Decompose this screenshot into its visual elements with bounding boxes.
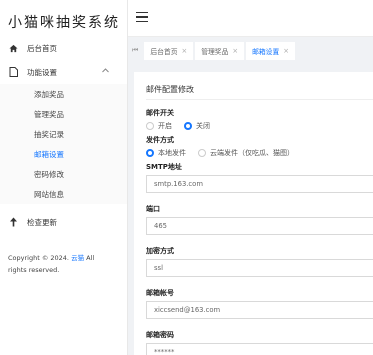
radio-label: 本地发件	[158, 149, 186, 157]
chevron-up-icon	[102, 68, 109, 75]
encryption-input[interactable]: ssl	[146, 259, 373, 277]
account-input[interactable]: xiccsend@163.com	[146, 301, 373, 319]
close-icon[interactable]: ×	[232, 47, 238, 55]
tab-manage-prizes[interactable]: 管理奖品 ×	[195, 41, 245, 60]
smtp-label: SMTP地址	[146, 163, 182, 171]
scroll-left-icon[interactable]: ⏮	[132, 46, 138, 55]
pin-icon	[8, 217, 18, 227]
radio-label: 关闭	[196, 122, 210, 130]
tab-mail-settings[interactable]: 邮箱设置 ×	[246, 41, 295, 60]
mail-switch-off-radio[interactable]	[184, 122, 192, 130]
sidebar: 小猫咪抽奖系统 后台首页 功能设置 添加奖品 管理奖品 抽奖记录 邮箱设置 密码…	[0, 0, 128, 355]
send-mode-group: 本地发件 云端发件（仅吃瓜、猫图）	[146, 148, 373, 158]
tab-bar: ⏮ 后台首页 × 管理奖品 × 邮箱设置 ×	[128, 36, 373, 64]
copyright-link[interactable]: 云猫	[71, 254, 84, 262]
mail-switch-label: 邮件开关	[146, 109, 174, 117]
sidebar-subitem-password[interactable]: 密码修改	[0, 164, 127, 184]
mail-switch-on-radio[interactable]	[146, 122, 154, 130]
main-content: 邮件配置修改 邮件开关 开启 关闭 发件方式 本地发件 云端发件（仅吃瓜、猫图）…	[128, 64, 373, 355]
smtp-input[interactable]: smtp.163.com	[146, 175, 373, 193]
tab-dashboard[interactable]: 后台首页 ×	[144, 41, 194, 60]
sidebar-subitem-manage-prizes[interactable]: 管理奖品	[0, 104, 127, 124]
brand-title: 小猫咪抽奖系统	[8, 15, 120, 31]
sidebar-item-label: 功能设置	[27, 67, 57, 77]
port-label: 端口	[146, 205, 160, 213]
copyright: Copyright © 2024. 云猫 All rights reserved…	[0, 234, 127, 276]
sidebar-subitem-lottery-records[interactable]: 抽奖记录	[0, 124, 127, 144]
sidebar-submenu: 添加奖品 管理奖品 抽奖记录 邮箱设置 密码修改 网站信息	[0, 84, 127, 204]
send-mode-label: 发件方式	[146, 136, 174, 144]
radio-label: 开启	[158, 122, 172, 130]
port-input[interactable]: 465	[146, 217, 373, 235]
sidebar-subitem-mail-settings[interactable]: 邮箱设置	[0, 144, 127, 164]
sidebar-item-dashboard[interactable]: 后台首页	[0, 36, 127, 60]
sidebar-item-settings[interactable]: 功能设置	[0, 60, 127, 84]
copyright-text: Copyright © 2024.	[8, 254, 70, 262]
top-bar	[128, 0, 373, 36]
account-label: 邮箱帐号	[146, 289, 174, 297]
sidebar-subitem-site-info[interactable]: 网站信息	[0, 184, 127, 204]
sidebar-item-label: 后台首页	[27, 43, 57, 53]
password-label: 邮箱密码	[146, 331, 174, 339]
tab-label: 后台首页	[150, 47, 178, 56]
document-icon	[8, 67, 18, 77]
password-input[interactable]: ******	[146, 343, 373, 355]
card-title: 邮件配置修改	[146, 84, 373, 100]
home-icon	[8, 43, 18, 53]
radio-label: 云端发件（仅吃瓜、猫图）	[210, 149, 294, 157]
mail-switch-group: 开启 关闭	[146, 121, 373, 131]
menu-toggle-icon[interactable]	[136, 12, 148, 22]
tab-label: 邮箱设置	[252, 47, 280, 56]
sidebar-item-check-update[interactable]: 检查更新	[0, 210, 127, 234]
encryption-label: 加密方式	[146, 247, 174, 255]
sidebar-subitem-add-prize[interactable]: 添加奖品	[0, 84, 127, 104]
sidebar-item-label: 检查更新	[27, 217, 57, 227]
send-mode-cloud-radio[interactable]	[198, 149, 206, 157]
mail-config-card: 邮件配置修改 邮件开关 开启 关闭 发件方式 本地发件 云端发件（仅吃瓜、猫图）…	[134, 72, 373, 355]
tab-label: 管理奖品	[201, 47, 229, 56]
close-icon[interactable]: ×	[283, 47, 289, 55]
close-icon[interactable]: ×	[182, 47, 188, 55]
send-mode-local-radio[interactable]	[146, 149, 154, 157]
